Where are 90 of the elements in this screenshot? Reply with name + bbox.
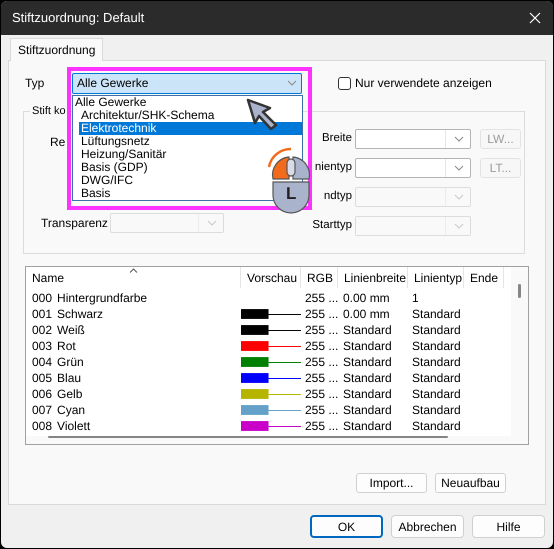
close-icon[interactable] [529, 12, 541, 24]
field-label: nientyp [314, 160, 352, 176]
dropdown-field[interactable]: Alle Gewerke [72, 72, 302, 94]
field-label: Breite [322, 131, 352, 146]
table-cell: Hintergrundfarbe [57, 290, 148, 306]
field-label: ndtyp [324, 189, 352, 204]
table-cell: Rot [57, 338, 76, 354]
table-cell: 255 ... [305, 419, 338, 433]
table-cell: 255 ... [305, 355, 338, 369]
table-cell: Standard [343, 355, 392, 369]
dialog-button[interactable]: Abbrechen [391, 515, 464, 538]
field-label: Starttyp [312, 218, 352, 234]
table-cell: Standard [412, 339, 461, 353]
table-cell: Blau [57, 370, 82, 386]
sort-icon [129, 268, 138, 273]
dialog-button[interactable]: Hilfe [472, 515, 545, 538]
dropdown-option[interactable]: Lüftungsnetz [79, 135, 152, 148]
table-cell: Standard [343, 403, 392, 417]
tab[interactable]: Stiftzuordnung [10, 38, 104, 61]
chevron-down-icon [454, 165, 464, 171]
action-button[interactable]: Import... [356, 473, 427, 493]
table-cell: Standard [412, 403, 461, 417]
mouse-button-label: L [286, 185, 296, 203]
table-cell: 1 [412, 291, 419, 305]
table-cell: Violett [57, 418, 90, 434]
table-cell: 0.00 mm [343, 307, 390, 321]
chevron-down-icon [287, 80, 297, 86]
table-cell: 006 [32, 386, 52, 402]
table-cell: Schwarz [57, 306, 104, 322]
table-cell: 255 ... [305, 291, 338, 305]
table-cell: Gelb [57, 386, 82, 402]
field-label: Transparenz [41, 215, 109, 232]
table-cell: 255 ... [305, 323, 338, 337]
dropdown-option[interactable]: Elektrotechnik [79, 122, 302, 135]
table-cell: Standard [343, 339, 392, 353]
dropdown-option[interactable]: Basis [79, 187, 112, 200]
chevron-down-icon [454, 223, 464, 229]
column-header[interactable]: RGB [301, 267, 338, 288]
table-cell: Grün [57, 354, 84, 370]
table-cell: Weiß [57, 322, 85, 338]
field-label: Typ [25, 75, 46, 92]
table-cell: 255 ... [305, 307, 338, 321]
table-cell: 255 ... [305, 403, 338, 417]
table-cell: 000 [32, 290, 52, 306]
table-cell: 004 [32, 354, 52, 370]
dropdown-field[interactable] [355, 129, 471, 149]
table-cell: 255 ... [305, 339, 338, 353]
dialog-button[interactable]: OK [310, 515, 383, 538]
table-cell: 003 [32, 338, 52, 354]
table-cell: Standard [343, 371, 392, 385]
table-cell: Standard [412, 307, 461, 321]
table-cell: 001 [32, 306, 52, 322]
table-cell: 255 ... [305, 387, 338, 401]
dropdown-field[interactable] [355, 158, 471, 178]
table-cell: Standard [343, 419, 392, 433]
vertical-scrollbar[interactable] [511, 267, 528, 436]
table-cell: 255 ... [305, 371, 338, 385]
chevron-down-icon [454, 194, 464, 200]
table-cell: 002 [32, 322, 52, 338]
column-header[interactable]: Name [26, 267, 241, 288]
column-header[interactable]: Vorschau [241, 267, 301, 288]
column-header[interactable]: Linienbreite [338, 267, 408, 288]
table-cell: Standard [412, 419, 461, 433]
table-cell: 005 [32, 370, 52, 386]
dropdown-option[interactable]: Heizung/Sanitär [79, 148, 168, 161]
horizontal-scrollbar[interactable] [26, 436, 528, 444]
table-cell: Standard [412, 387, 461, 401]
table-cell: Standard [343, 323, 392, 337]
table-cell: 008 [32, 418, 52, 434]
field-label: Re [50, 134, 66, 151]
dropdown-option[interactable]: Basis (GDP) [79, 161, 150, 174]
chevron-down-icon [454, 136, 464, 142]
column-header[interactable]: Linientyp [408, 267, 464, 288]
table-cell: Standard [412, 355, 461, 369]
table-cell: Cyan [57, 402, 86, 418]
checkbox-label: Nur verwendete anzeigen [355, 75, 492, 92]
table-cell: 0.00 mm [343, 291, 390, 305]
table-cell: Standard [412, 371, 461, 385]
dropdown-option[interactable]: DWG/IFC [79, 174, 135, 187]
action-button[interactable]: Neuaufbau [435, 473, 506, 493]
table-cell: 007 [32, 402, 52, 418]
cursor-icon [246, 98, 280, 130]
dropdown-option[interactable]: Alle Gewerke [73, 96, 148, 109]
column-header[interactable]: Ende [464, 267, 504, 288]
checkbox[interactable] [338, 76, 351, 90]
dropdown-option[interactable]: Architektur/SHK-Schema [79, 109, 216, 122]
chevron-down-icon [207, 220, 217, 226]
window-title: Stiftzuordnung: Default [12, 9, 144, 28]
table-cell: Standard [412, 323, 461, 337]
table-cell: Standard [343, 387, 392, 401]
